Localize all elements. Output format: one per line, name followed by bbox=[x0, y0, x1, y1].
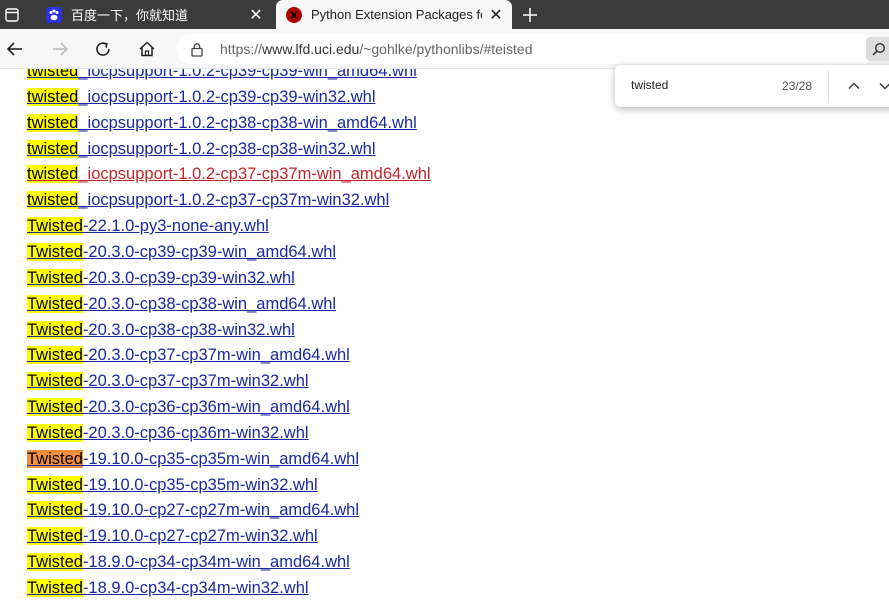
link-text: -20.3.0-cp37-cp37m-win32.whl bbox=[82, 372, 309, 391]
package-link[interactable]: Twisted-20.3.0-cp39-cp39-win_amd64.whl bbox=[27, 242, 336, 262]
link-text: -20.3.0-cp36-cp36m-win32.whl bbox=[82, 423, 309, 442]
link-text: -19.10.0-cp27-cp27m-win32.whl bbox=[82, 527, 318, 546]
package-link[interactable]: Twisted-19.10.0-cp27-cp27m-win_amd64.whl bbox=[27, 500, 359, 520]
find-highlight: Twisted bbox=[27, 501, 83, 520]
chevron-down-icon bbox=[879, 83, 889, 90]
link-text: -19.10.0-cp35-cp35m-win_amd64.whl bbox=[82, 449, 359, 468]
url-field[interactable]: https://www.lfd.uci.edu/~gohlke/pythonli… bbox=[176, 34, 876, 64]
link-text: _iocpsupport-1.0.2-cp38-cp38-win32.whl bbox=[78, 139, 376, 158]
url-text: https://www.lfd.uci.edu/~gohlke/pythonli… bbox=[220, 41, 533, 57]
package-link[interactable]: Twisted-18.9.0-cp34-cp34m-win_amd64.whl bbox=[27, 552, 350, 572]
package-link[interactable]: Twisted-19.10.0-cp35-cp35m-win32.whl bbox=[27, 475, 318, 495]
tab-title: Python Extension Packages for Windows bbox=[311, 7, 482, 22]
package-link[interactable]: twisted_iocpsupport-1.0.2-cp39-cp39-win3… bbox=[27, 87, 376, 107]
find-highlight: Twisted bbox=[27, 346, 83, 365]
find-highlight: Twisted bbox=[27, 320, 83, 339]
find-highlight: Twisted bbox=[27, 217, 83, 236]
find-highlight: Twisted bbox=[27, 372, 83, 391]
link-text: -19.10.0-cp27-cp27m-win_amd64.whl bbox=[82, 501, 359, 520]
home-icon bbox=[139, 41, 155, 57]
forward-arrow-icon bbox=[53, 42, 69, 56]
package-link[interactable]: Twisted-20.3.0-cp37-cp37m-win32.whl bbox=[27, 371, 309, 391]
find-highlight: Twisted bbox=[27, 449, 83, 468]
svg-text:X: X bbox=[290, 10, 298, 21]
link-text: -18.9.0-cp34-cp34m-win32.whl bbox=[82, 579, 309, 597]
link-text: -20.3.0-cp37-cp37m-win_amd64.whl bbox=[82, 346, 350, 365]
package-link[interactable]: Twisted-20.3.0-cp39-cp39-win32.whl bbox=[27, 268, 295, 288]
package-link[interactable]: Twisted-19.10.0-cp27-cp27m-win32.whl bbox=[27, 526, 318, 546]
find-highlight: Twisted bbox=[27, 294, 83, 313]
link-text: -20.3.0-cp38-cp38-win_amd64.whl bbox=[82, 294, 337, 313]
find-highlight: Twisted bbox=[27, 527, 83, 546]
package-link[interactable]: Twisted-20.3.0-cp36-cp36m-win_amd64.whl bbox=[27, 397, 350, 417]
refresh-button[interactable] bbox=[91, 37, 115, 61]
find-highlight: twisted bbox=[27, 139, 79, 158]
package-link[interactable]: Twisted-20.3.0-cp38-cp38-win_amd64.whl bbox=[27, 294, 336, 314]
back-button[interactable] bbox=[3, 37, 27, 61]
find-bar: 23/28 bbox=[615, 65, 889, 107]
plus-icon bbox=[523, 8, 537, 22]
find-highlight: Twisted bbox=[27, 423, 83, 442]
package-link[interactable]: Twisted-18.9.0-cp34-cp34m-win32.whl bbox=[27, 578, 309, 598]
package-link[interactable]: twisted_iocpsupport-1.0.2-cp38-cp38-win3… bbox=[27, 139, 376, 159]
find-highlight: twisted bbox=[27, 191, 79, 210]
find-input[interactable] bbox=[631, 78, 781, 92]
find-match-count: 23/28 bbox=[782, 79, 813, 93]
home-button[interactable] bbox=[135, 37, 159, 61]
package-link[interactable]: twisted_iocpsupport-1.0.2-cp37-cp37m-win… bbox=[27, 190, 389, 210]
baidu-paw-icon bbox=[46, 6, 62, 23]
find-highlight: Twisted bbox=[27, 553, 83, 572]
link-text: _iocpsupport-1.0.2-cp39-cp39-win_amd64.w… bbox=[78, 69, 417, 80]
package-link[interactable]: Twisted-22.1.0-py3-none-any.whl bbox=[27, 216, 269, 236]
link-text: -20.3.0-cp39-cp39-win32.whl bbox=[82, 268, 295, 287]
magnifier-icon bbox=[872, 42, 886, 56]
package-link[interactable]: Twisted-19.10.0-cp35-cp35m-win_amd64.whl bbox=[27, 449, 359, 469]
divider bbox=[828, 71, 829, 101]
find-highlight: twisted bbox=[27, 113, 79, 132]
close-tab-icon[interactable]: ✕ bbox=[248, 5, 264, 25]
new-tab-button[interactable] bbox=[519, 4, 541, 26]
link-text: -18.9.0-cp34-cp34m-win_amd64.whl bbox=[82, 553, 350, 572]
find-highlight: Twisted bbox=[27, 268, 83, 287]
package-link[interactable]: Twisted-20.3.0-cp38-cp38-win32.whl bbox=[27, 320, 295, 340]
find-highlight: Twisted bbox=[27, 475, 83, 494]
page-content: twisted_iocpsupport-1.0.2-cp39-cp39-win_… bbox=[0, 69, 889, 605]
lock-icon[interactable] bbox=[190, 42, 204, 62]
tab-title: 百度一下，你就知道 bbox=[71, 8, 189, 23]
back-arrow-icon bbox=[6, 42, 22, 56]
tab-baidu[interactable]: 百度一下，你就知道 ✕ bbox=[36, 0, 272, 29]
link-text: _iocpsupport-1.0.2-cp37-cp37m-win32.whl bbox=[78, 191, 390, 210]
find-highlight: twisted bbox=[27, 69, 79, 80]
tab-bar: 百度一下，你就知道 ✕ X Python Extension Packages … bbox=[0, 0, 889, 29]
tab-pythonlibs[interactable]: X Python Extension Packages for Windows … bbox=[276, 0, 512, 29]
package-link[interactable]: Twisted-20.3.0-cp36-cp36m-win32.whl bbox=[27, 423, 309, 443]
link-text: -19.10.0-cp35-cp35m-win32.whl bbox=[82, 475, 318, 494]
link-text: -22.1.0-py3-none-any.whl bbox=[82, 217, 269, 236]
link-text: -20.3.0-cp36-cp36m-win_amd64.whl bbox=[82, 398, 350, 417]
lfd-favicon-icon: X bbox=[286, 6, 302, 23]
link-text: -20.3.0-cp39-cp39-win_amd64.whl bbox=[82, 242, 337, 261]
close-tab-icon[interactable]: ✕ bbox=[488, 5, 504, 25]
address-bar: https://www.lfd.uci.edu/~gohlke/pythonli… bbox=[0, 29, 889, 69]
find-highlight: twisted bbox=[27, 165, 79, 184]
package-link[interactable]: Twisted-20.3.0-cp37-cp37m-win_amd64.whl bbox=[27, 345, 350, 365]
link-text: -20.3.0-cp38-cp38-win32.whl bbox=[82, 320, 295, 339]
find-highlight: Twisted bbox=[27, 398, 83, 417]
find-status-icon[interactable] bbox=[866, 37, 889, 61]
tab-actions-icon[interactable] bbox=[3, 6, 21, 24]
forward-button[interactable] bbox=[48, 37, 72, 61]
package-link[interactable]: twisted_iocpsupport-1.0.2-cp39-cp39-win_… bbox=[27, 69, 417, 81]
chevron-up-icon bbox=[848, 82, 860, 89]
link-text: _iocpsupport-1.0.2-cp37-cp37m-win_amd64.… bbox=[78, 165, 431, 184]
link-text: _iocpsupport-1.0.2-cp39-cp39-win32.whl bbox=[78, 87, 376, 106]
link-text: _iocpsupport-1.0.2-cp38-cp38-win_amd64.w… bbox=[78, 113, 417, 132]
find-next-button[interactable] bbox=[875, 76, 889, 96]
package-link[interactable]: twisted_iocpsupport-1.0.2-cp38-cp38-win_… bbox=[27, 113, 417, 133]
find-highlight: Twisted bbox=[27, 242, 83, 261]
find-previous-button[interactable] bbox=[844, 76, 864, 96]
refresh-icon bbox=[96, 42, 110, 56]
package-link[interactable]: twisted_iocpsupport-1.0.2-cp37-cp37m-win… bbox=[27, 164, 431, 184]
find-highlight: Twisted bbox=[27, 579, 83, 597]
find-highlight: twisted bbox=[27, 87, 79, 106]
